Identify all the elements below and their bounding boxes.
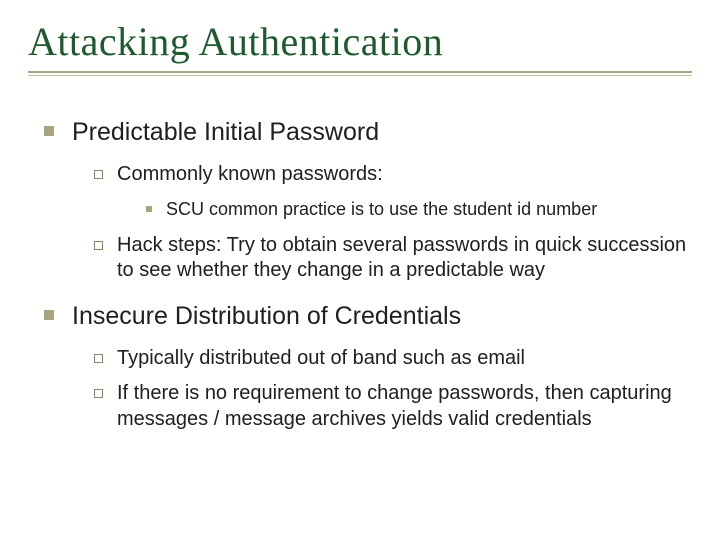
square-bullet-icon xyxy=(44,310,54,320)
outline: Predictable Initial Password Commonly kn… xyxy=(28,116,692,433)
slide-title: Attacking Authentication xyxy=(28,18,692,65)
list-item: If there is no requirement to change pas… xyxy=(94,381,692,432)
open-square-bullet-icon xyxy=(94,354,103,363)
list-item-text: Hack steps: Try to obtain several passwo… xyxy=(117,233,692,284)
slide: Attacking Authentication Predictable Ini… xyxy=(0,0,720,540)
small-square-bullet-icon xyxy=(146,206,152,212)
list-item: Insecure Distribution of Credentials xyxy=(44,300,692,332)
list-item: Typically distributed out of band such a… xyxy=(94,346,692,372)
open-square-bullet-icon xyxy=(94,389,103,398)
list-item-text: If there is no requirement to change pas… xyxy=(117,381,692,432)
open-square-bullet-icon xyxy=(94,170,103,179)
title-rule-top xyxy=(28,71,692,73)
list-item-text: SCU common practice is to use the studen… xyxy=(166,198,692,221)
title-rule-bottom xyxy=(28,75,692,76)
list-item-text: Commonly known passwords: xyxy=(117,162,692,188)
list-item: SCU common practice is to use the studen… xyxy=(146,198,692,221)
list-item-text: Typically distributed out of band such a… xyxy=(117,346,692,372)
list-item-text: Insecure Distribution of Credentials xyxy=(72,300,692,332)
list-item: Hack steps: Try to obtain several passwo… xyxy=(94,233,692,284)
list-item: Commonly known passwords: xyxy=(94,162,692,188)
list-item: Predictable Initial Password xyxy=(44,116,692,148)
open-square-bullet-icon xyxy=(94,241,103,250)
list-item-text: Predictable Initial Password xyxy=(72,116,692,148)
square-bullet-icon xyxy=(44,126,54,136)
